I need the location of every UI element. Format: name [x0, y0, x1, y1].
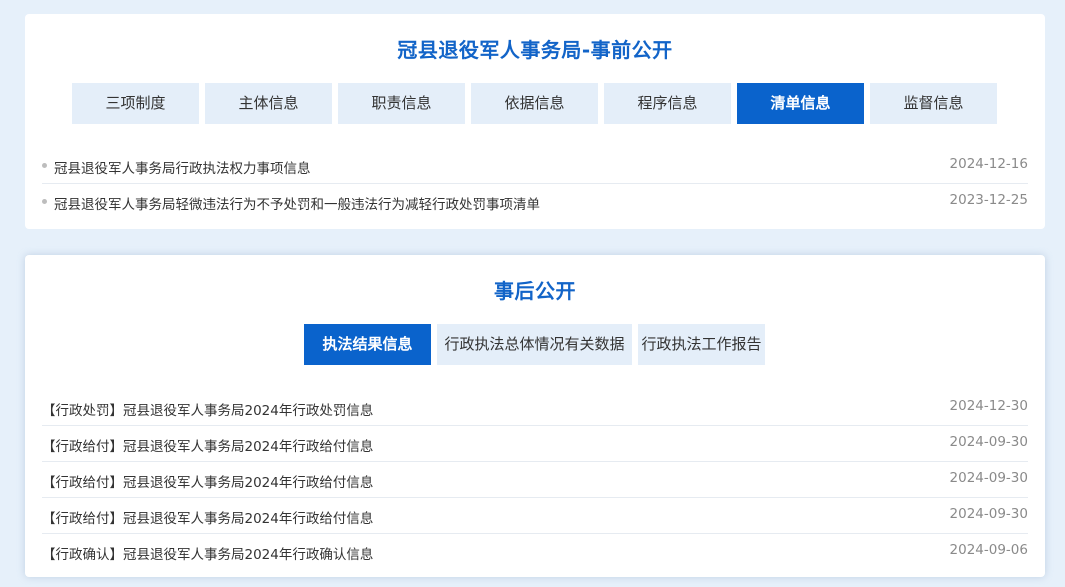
tab-enforcement-overall-data[interactable]: 行政执法总体情况有关数据: [437, 324, 632, 365]
list-item[interactable]: 冠县退役军人事务局行政执法权力事项信息 2024-12-16: [42, 148, 1028, 184]
bullet-icon: [42, 163, 47, 168]
list-item-date: 2023-12-25: [949, 192, 1028, 208]
list-item[interactable]: 冠县退役军人事务局轻微违法行为不予处罚和一般违法行为减轻行政处罚事项清单 202…: [42, 184, 1028, 220]
list-item-title[interactable]: 【行政处罚】冠县退役军人事务局2024年行政处罚信息: [42, 399, 373, 419]
pre-disclosure-panel: 冠县退役军人事务局-事前公开 三项制度 主体信息 职责信息 依据信息 程序信息 …: [25, 14, 1045, 229]
tab-procedure-info[interactable]: 程序信息: [604, 83, 731, 124]
tab-enforcement-results[interactable]: 执法结果信息: [304, 324, 431, 365]
list-item-title[interactable]: 【行政给付】冠县退役军人事务局2024年行政给付信息: [42, 507, 373, 527]
bullet-icon: [42, 199, 47, 204]
list-item-title[interactable]: 冠县退役军人事务局轻微违法行为不予处罚和一般违法行为减轻行政处罚事项清单: [54, 193, 540, 213]
list-item[interactable]: 【行政处罚】冠县退役军人事务局2024年行政处罚信息 2024-12-30: [42, 390, 1028, 426]
list-item-date: 2024-12-16: [949, 156, 1028, 172]
tab-subject-info[interactable]: 主体信息: [205, 83, 332, 124]
tab-supervision-info[interactable]: 监督信息: [870, 83, 997, 124]
list-item[interactable]: 【行政给付】冠县退役军人事务局2024年行政给付信息 2024-09-30: [42, 426, 1028, 462]
list-item-date: 2024-12-30: [949, 398, 1028, 414]
list-item[interactable]: 【行政给付】冠县退役军人事务局2024年行政给付信息 2024-09-30: [42, 498, 1028, 534]
post-disclosure-title: 事后公开: [494, 279, 576, 303]
tab-basis-info[interactable]: 依据信息: [471, 83, 598, 124]
list-item-title[interactable]: 【行政给付】冠县退役军人事务局2024年行政给付信息: [42, 435, 373, 455]
list-item-date: 2024-09-06: [949, 542, 1028, 558]
list-item[interactable]: 【行政确认】冠县退役军人事务局2024年行政确认信息 2024-09-06: [42, 534, 1028, 570]
list-item-title[interactable]: 冠县退役军人事务局行政执法权力事项信息: [54, 157, 311, 177]
post-disclosure-list: 【行政处罚】冠县退役军人事务局2024年行政处罚信息 2024-12-30 【行…: [42, 390, 1028, 570]
list-item-date: 2024-09-30: [949, 470, 1028, 486]
pre-disclosure-tabs: 三项制度 主体信息 职责信息 依据信息 程序信息 清单信息 监督信息: [72, 83, 997, 124]
tab-duty-info[interactable]: 职责信息: [338, 83, 465, 124]
post-disclosure-tabs: 执法结果信息 行政执法总体情况有关数据 行政执法工作报告: [304, 324, 765, 365]
post-disclosure-panel: 事后公开 执法结果信息 行政执法总体情况有关数据 行政执法工作报告 【行政处罚】…: [25, 255, 1045, 577]
tab-three-systems[interactable]: 三项制度: [72, 83, 199, 124]
list-item-title[interactable]: 【行政给付】冠县退役军人事务局2024年行政给付信息: [42, 471, 373, 491]
tab-enforcement-work-report[interactable]: 行政执法工作报告: [638, 324, 765, 365]
list-item-date: 2024-09-30: [949, 506, 1028, 522]
list-item[interactable]: 【行政给付】冠县退役军人事务局2024年行政给付信息 2024-09-30: [42, 462, 1028, 498]
list-item-date: 2024-09-30: [949, 434, 1028, 450]
pre-disclosure-list: 冠县退役军人事务局行政执法权力事项信息 2024-12-16 冠县退役军人事务局…: [42, 148, 1028, 220]
pre-disclosure-title: 冠县退役军人事务局-事前公开: [397, 38, 673, 62]
list-item-title[interactable]: 【行政确认】冠县退役军人事务局2024年行政确认信息: [42, 543, 373, 563]
tab-list-info[interactable]: 清单信息: [737, 83, 864, 124]
